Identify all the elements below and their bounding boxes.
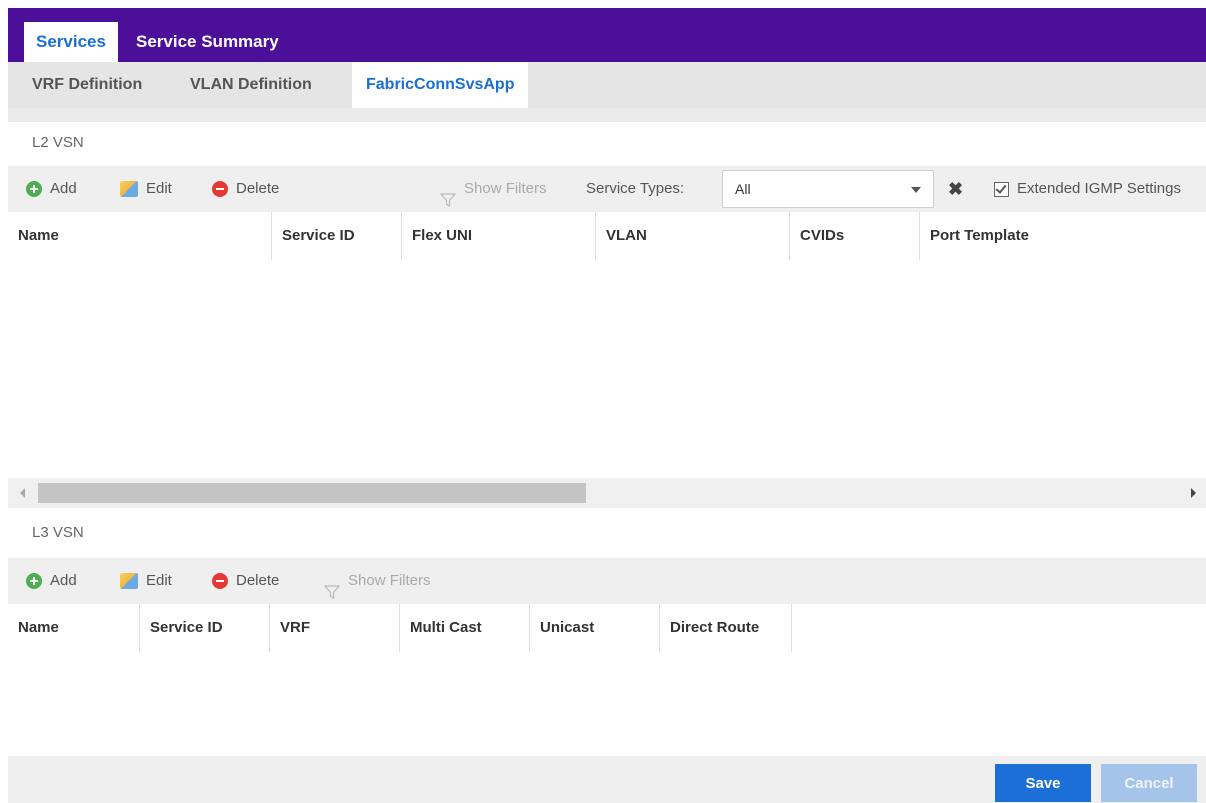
extended-igmp-label: Extended IGMP Settings bbox=[1017, 180, 1181, 197]
scroll-right-icon[interactable] bbox=[1191, 488, 1196, 498]
save-button[interactable]: Save bbox=[995, 764, 1091, 802]
l3-grid-header: Name Service ID VRF Multi Cast Unicast D… bbox=[8, 604, 1206, 652]
tab-service-summary[interactable]: Service Summary bbox=[124, 22, 291, 62]
l3-show-filters-button[interactable]: Show Filters bbox=[323, 558, 431, 604]
add-icon bbox=[26, 573, 42, 589]
filter-icon bbox=[323, 573, 341, 599]
service-types-value: All bbox=[735, 181, 751, 197]
edit-icon bbox=[120, 573, 138, 589]
l2-toolbar: Add Edit Delete Show Filters Service Typ… bbox=[8, 166, 1206, 212]
l2-col-cvids[interactable]: CVIDs bbox=[790, 212, 920, 260]
l3-col-unicast[interactable]: Unicast bbox=[530, 604, 660, 652]
service-types-select[interactable]: All bbox=[722, 170, 934, 208]
l3-edit-label: Edit bbox=[146, 572, 172, 589]
tab-services[interactable]: Services bbox=[24, 22, 118, 62]
edit-icon bbox=[120, 181, 138, 197]
tab-content-divider bbox=[8, 108, 1206, 122]
l2-col-vlan[interactable]: VLAN bbox=[596, 212, 790, 260]
l2-col-flex-uni[interactable]: Flex UNI bbox=[402, 212, 596, 260]
scrollbar-thumb[interactable] bbox=[38, 483, 586, 503]
clear-icon[interactable]: ✖ bbox=[948, 166, 963, 212]
l2-delete-button[interactable]: Delete bbox=[212, 166, 279, 212]
l3-edit-button[interactable]: Edit bbox=[120, 558, 172, 604]
l2-show-filters-button[interactable]: Show Filters bbox=[439, 166, 547, 212]
l3-add-button[interactable]: Add bbox=[26, 558, 77, 604]
l2-vsn-title: L2 VSN bbox=[32, 134, 84, 151]
l2-add-button[interactable]: Add bbox=[26, 166, 77, 212]
tab-vrf-definition[interactable]: VRF Definition bbox=[18, 62, 156, 108]
extended-igmp-checkbox[interactable]: Extended IGMP Settings bbox=[994, 166, 1181, 212]
service-types-label: Service Types: bbox=[586, 180, 685, 197]
sub-tab-bar: VRF Definition VLAN Definition FabricCon… bbox=[8, 62, 1206, 108]
l2-grid-body bbox=[8, 260, 1206, 478]
l2-add-label: Add bbox=[50, 180, 77, 197]
l3-col-multi-cast[interactable]: Multi Cast bbox=[400, 604, 530, 652]
l3-col-service-id[interactable]: Service ID bbox=[140, 604, 270, 652]
top-tab-strip: Services Service Summary bbox=[8, 8, 1206, 62]
l3-grid-body bbox=[8, 652, 1206, 756]
l2-edit-button[interactable]: Edit bbox=[120, 166, 172, 212]
l3-col-vrf[interactable]: VRF bbox=[270, 604, 400, 652]
filter-icon bbox=[439, 181, 457, 207]
tab-vlan-definition[interactable]: VLAN Definition bbox=[176, 62, 326, 108]
cancel-button[interactable]: Cancel bbox=[1101, 764, 1197, 802]
l3-show-filters-label: Show Filters bbox=[348, 572, 431, 589]
l2-horizontal-scrollbar[interactable] bbox=[8, 478, 1206, 508]
chevron-down-icon bbox=[911, 187, 921, 193]
l2-col-service-id[interactable]: Service ID bbox=[272, 212, 402, 260]
add-icon bbox=[26, 181, 42, 197]
tab-fabricconnsvsapp[interactable]: FabricConnSvsApp bbox=[352, 62, 529, 108]
delete-icon bbox=[212, 573, 228, 589]
l2-edit-label: Edit bbox=[146, 180, 172, 197]
l2-col-port-template[interactable]: Port Template bbox=[920, 212, 1206, 260]
delete-icon bbox=[212, 181, 228, 197]
scroll-left-icon[interactable] bbox=[20, 488, 25, 498]
l3-toolbar: Add Edit Delete Show Filters bbox=[8, 558, 1206, 604]
l2-grid-header: Name Service ID Flex UNI VLAN CVIDs Port… bbox=[8, 212, 1206, 260]
l3-delete-label: Delete bbox=[236, 572, 280, 589]
l3-col-name[interactable]: Name bbox=[8, 604, 140, 652]
l3-delete-button[interactable]: Delete bbox=[212, 558, 279, 604]
l2-show-filters-label: Show Filters bbox=[464, 180, 547, 197]
top-tab-bar: Services Service Summary bbox=[0, 0, 1206, 62]
l3-col-direct-route[interactable]: Direct Route bbox=[660, 604, 792, 652]
l3-vsn-title: L3 VSN bbox=[32, 524, 84, 541]
l2-delete-label: Delete bbox=[236, 180, 280, 197]
dialog-footer: Save Cancel bbox=[8, 756, 1206, 803]
checkbox-checked-icon bbox=[994, 181, 1009, 197]
l2-col-name[interactable]: Name bbox=[8, 212, 272, 260]
l3-add-label: Add bbox=[50, 572, 77, 589]
